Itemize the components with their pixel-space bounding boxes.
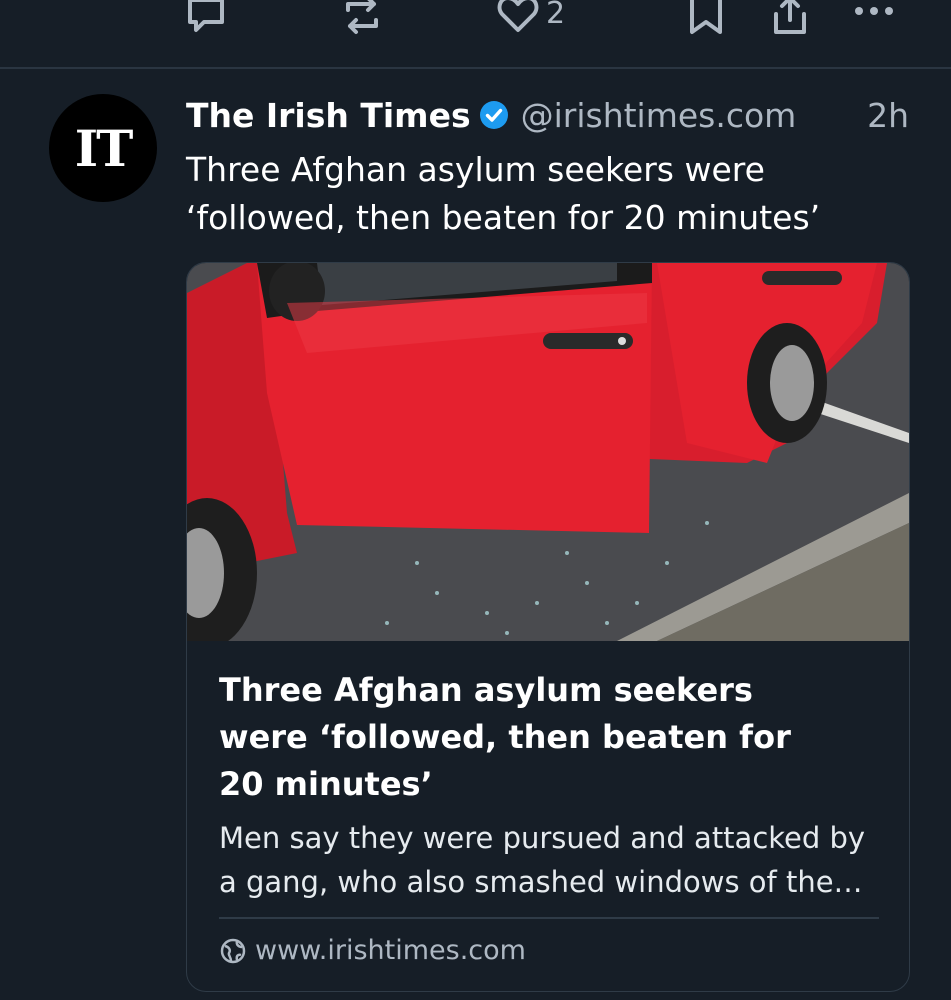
post-time[interactable]: 2h	[867, 96, 909, 135]
more-options-button[interactable]	[852, 4, 896, 18]
repost-icon	[346, 0, 378, 34]
card-link[interactable]: www.irishtimes.com	[219, 935, 526, 966]
card-separator	[219, 917, 879, 919]
link-preview-card[interactable]: Three Afghan asylum seekers were ‘follow…	[186, 262, 910, 992]
share-icon	[774, 0, 806, 34]
bookmark-button[interactable]	[686, 0, 726, 38]
reply-button[interactable]	[184, 0, 228, 38]
post-text: Three Afghan asylum seekers were ‘follow…	[186, 150, 821, 237]
avatar-text: IT	[74, 118, 134, 178]
more-icon	[855, 7, 893, 15]
verified-badge-icon	[479, 100, 509, 130]
previous-post-actions: 2	[0, 0, 951, 36]
repost-button[interactable]	[340, 0, 384, 38]
post-header: The Irish Times @irishtimes.com 2h	[186, 92, 916, 138]
card-description: Men say they were pursued and attacked b…	[219, 821, 866, 899]
reply-icon	[188, 0, 224, 32]
like-icon	[497, 0, 539, 32]
avatar[interactable]: IT	[49, 94, 157, 202]
globe-icon	[220, 938, 246, 963]
card-link-text: www.irishtimes.com	[255, 935, 526, 966]
like-count: 2	[546, 0, 566, 31]
card-title: Three Afghan asylum seekers were ‘follow…	[219, 671, 791, 803]
author-name[interactable]: The Irish Times	[186, 96, 471, 135]
like-button[interactable]: 2	[496, 0, 565, 36]
bookmark-icon	[690, 0, 722, 34]
post-divider	[0, 67, 951, 69]
author-handle[interactable]: @irishtimes.com	[521, 96, 797, 135]
card-body: Three Afghan asylum seekers were ‘follow…	[219, 667, 884, 904]
card-image	[187, 263, 909, 641]
share-button[interactable]	[770, 0, 810, 38]
